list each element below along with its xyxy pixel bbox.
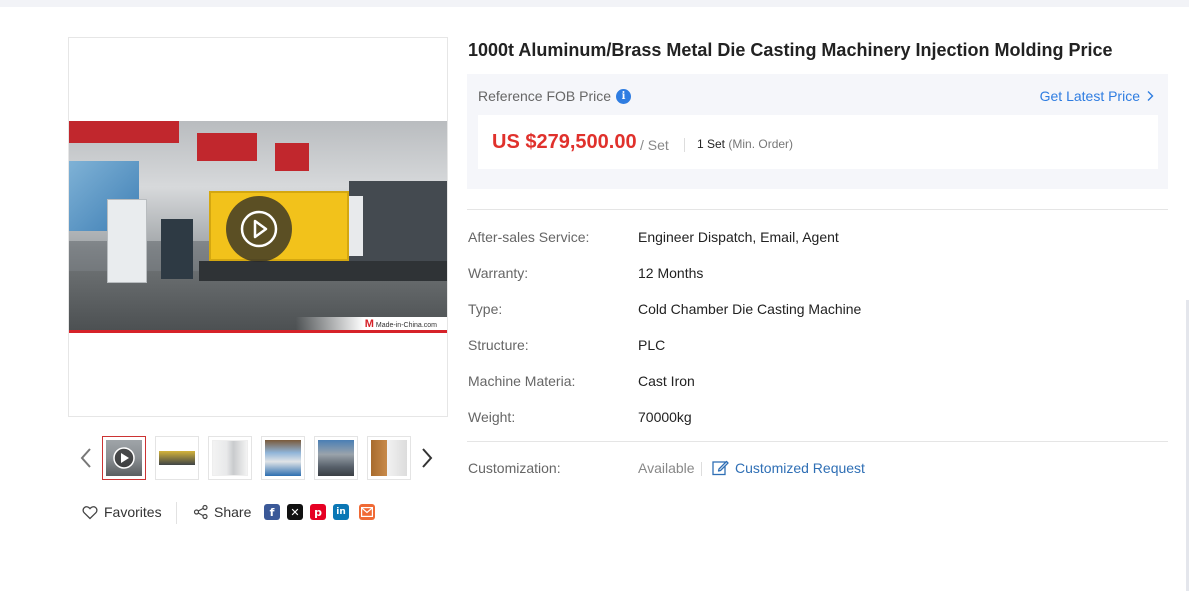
edit-icon bbox=[712, 460, 729, 476]
reference-price-label: Reference FOB Price i bbox=[478, 88, 632, 104]
thumbnail-image[interactable] bbox=[261, 436, 305, 480]
spec-label: Warranty: bbox=[468, 265, 529, 281]
heart-icon bbox=[82, 505, 98, 519]
top-bar bbox=[0, 0, 1189, 7]
facebook-icon[interactable]: f bbox=[264, 504, 280, 520]
spec-value: 70000kg bbox=[638, 409, 692, 425]
video-play-button[interactable] bbox=[226, 196, 292, 262]
favorites-button[interactable]: Favorites bbox=[82, 504, 162, 520]
spec-label: Type: bbox=[468, 301, 503, 317]
main-product-image[interactable]: M Made-in-China.com bbox=[68, 37, 448, 417]
share-label: Share bbox=[214, 504, 252, 520]
divider bbox=[176, 502, 177, 524]
price-box: Reference FOB Price i Get Latest Price U… bbox=[467, 74, 1168, 189]
favorites-label: Favorites bbox=[104, 504, 162, 520]
info-icon[interactable]: i bbox=[616, 88, 632, 104]
customization-value: Available bbox=[638, 460, 695, 476]
x-icon[interactable]: ✕ bbox=[287, 504, 303, 520]
play-icon bbox=[240, 210, 278, 248]
product-actions: Favorites Share f ✕ p in bbox=[82, 500, 382, 526]
divider bbox=[467, 209, 1168, 210]
thumbnail-image[interactable] bbox=[155, 436, 199, 480]
min-order-value: 1 Set bbox=[697, 137, 726, 151]
min-order-label: (Min. Order) bbox=[728, 137, 794, 151]
thumbnail-image[interactable] bbox=[208, 436, 252, 480]
chevron-right-icon bbox=[422, 448, 433, 468]
spec-value: Cast Iron bbox=[638, 373, 695, 389]
divider bbox=[684, 138, 685, 152]
spec-label: Structure: bbox=[468, 337, 529, 353]
thumbnail-next-button[interactable] bbox=[417, 446, 435, 470]
price-panel: US $279,500.00 / Set 1 Set (Min. Order) bbox=[478, 115, 1158, 169]
get-latest-price-link[interactable]: Get Latest Price bbox=[1040, 88, 1154, 104]
pinterest-icon[interactable]: p bbox=[310, 504, 326, 520]
email-icon[interactable] bbox=[359, 504, 375, 520]
spec-value: Cold Chamber Die Casting Machine bbox=[638, 301, 862, 317]
thumbnail-strip bbox=[78, 436, 448, 480]
chevron-left-icon bbox=[80, 448, 91, 468]
thumbnail-image[interactable] bbox=[314, 436, 358, 480]
share-icon bbox=[193, 504, 208, 520]
share-button[interactable]: Share bbox=[193, 504, 251, 520]
watermark: M Made-in-China.com bbox=[364, 318, 437, 330]
spec-value: Engineer Dispatch, Email, Agent bbox=[638, 229, 839, 245]
thumbnail-video[interactable] bbox=[102, 436, 146, 480]
customization-label: Customization: bbox=[468, 460, 561, 476]
thumbnail-image[interactable] bbox=[367, 436, 411, 480]
price-unit: / Set bbox=[640, 137, 669, 153]
chevron-right-icon bbox=[1147, 91, 1154, 101]
thumbnail-prev-button[interactable] bbox=[78, 446, 96, 470]
customized-request-link[interactable]: Customized Request bbox=[712, 459, 865, 476]
spec-label: Weight: bbox=[468, 409, 516, 425]
play-icon bbox=[113, 447, 135, 469]
spec-value: 12 Months bbox=[638, 265, 704, 281]
spec-label: After-sales Service: bbox=[468, 229, 590, 245]
spec-value: PLC bbox=[638, 337, 666, 353]
divider bbox=[701, 462, 702, 476]
spec-label: Machine Materia: bbox=[468, 373, 576, 389]
divider bbox=[467, 441, 1168, 442]
min-order: 1 Set (Min. Order) bbox=[697, 137, 793, 151]
product-title: 1000t Aluminum/Brass Metal Die Casting M… bbox=[468, 40, 1113, 60]
price-value: US $279,500.00 bbox=[492, 131, 637, 153]
linkedin-icon[interactable]: in bbox=[333, 504, 349, 520]
